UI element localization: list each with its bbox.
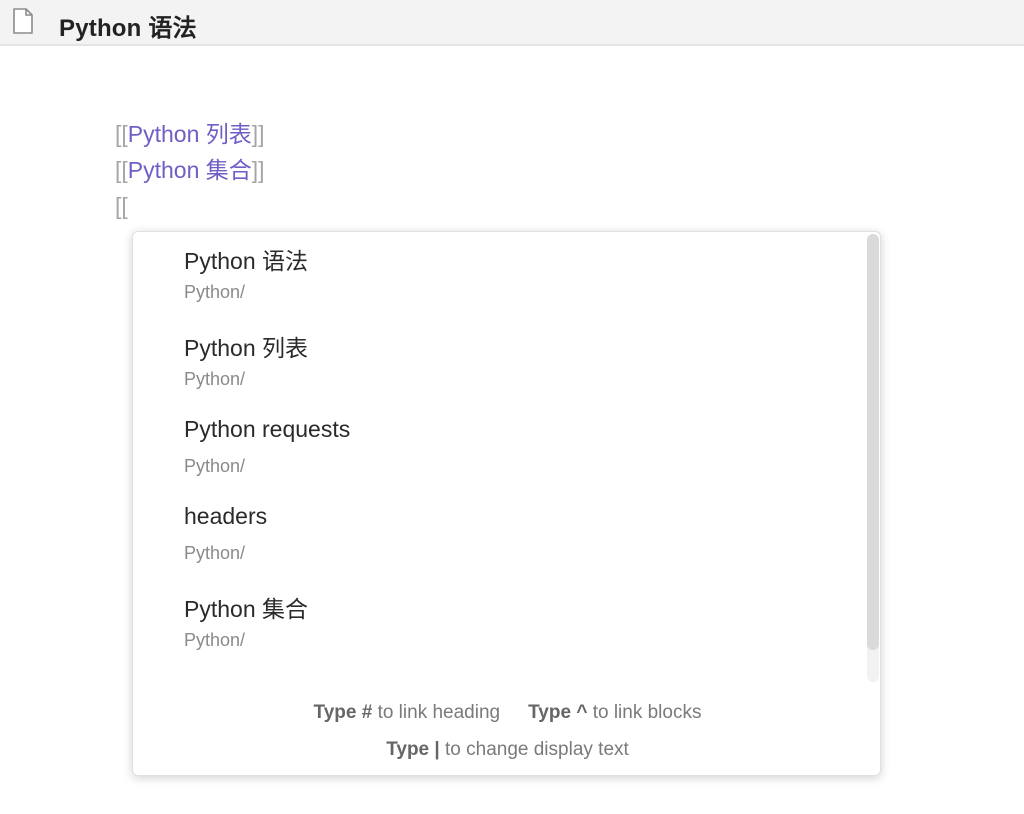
suggestion-item[interactable]: Python 集合 Python/ [133,580,863,667]
suggestion-title: headers [184,503,268,529]
hint-key: Type # [313,702,373,723]
scrollbar-thumb[interactable] [867,234,879,650]
link-open-brackets: [[ [115,157,128,183]
suggestion-title: Python 列表 [184,335,308,361]
suggestion-item[interactable]: headers Python/ [133,493,863,580]
link-open-brackets: [[ [115,193,128,219]
hint-text: to link blocks [592,702,702,723]
editor-line[interactable]: [[Python 列表]] [115,116,265,152]
title-bar: Python 语法 [0,0,1024,46]
hint-display-text: Type | to change display text [386,739,629,761]
suggestion-list: Python 语法 Python/ Python 列表 Python/ Pyth… [133,232,863,682]
hint-key: Type ^ [528,702,588,723]
suggestion-title: Python requests [184,416,351,442]
instructions-footer: Type # to link heading Type ^ to link blo… [133,702,880,775]
hint-link-heading: Type # to link heading [314,702,501,724]
note-title[interactable]: Python 语法 [59,8,197,43]
suggestion-path: Python/ [184,456,246,476]
suggestion-title: Python 集合 [184,596,308,622]
link-suggestion-popup: Python 语法 Python/ Python 列表 Python/ Pyth… [132,231,881,776]
link-close-brackets: ]] [251,157,265,183]
suggestion-title: Python 语法 [184,248,308,274]
editor-line[interactable]: [[Python 集合]] [115,152,265,188]
suggestion-path: Python/ [184,282,246,302]
suggestion-item[interactable]: Python 语法 Python/ [133,232,863,319]
hint-key: Type | [386,739,440,760]
link-open-brackets: [[ [115,121,128,147]
link-close-brackets: ]] [251,121,265,147]
suggestion-item[interactable]: Python 列表 Python/ [133,319,863,406]
document-icon [13,8,33,34]
suggestion-path: Python/ [184,630,246,650]
scrollbar[interactable] [867,234,879,682]
hint-text: to change display text [445,739,629,760]
editor-content[interactable]: [[Python 列表]] [[Python 集合]] [[ [115,116,265,224]
editor-line-current[interactable]: [[ [115,188,265,224]
hint-link-blocks: Type ^ to link blocks [528,702,701,724]
internal-link[interactable]: Python 列表 [128,121,252,147]
suggestion-item[interactable]: Python requests Python/ [133,406,863,493]
suggestion-path: Python/ [184,369,246,389]
suggestion-path: Python/ [184,543,246,563]
internal-link[interactable]: Python 集合 [128,157,252,183]
hint-text: to link heading [377,702,501,723]
